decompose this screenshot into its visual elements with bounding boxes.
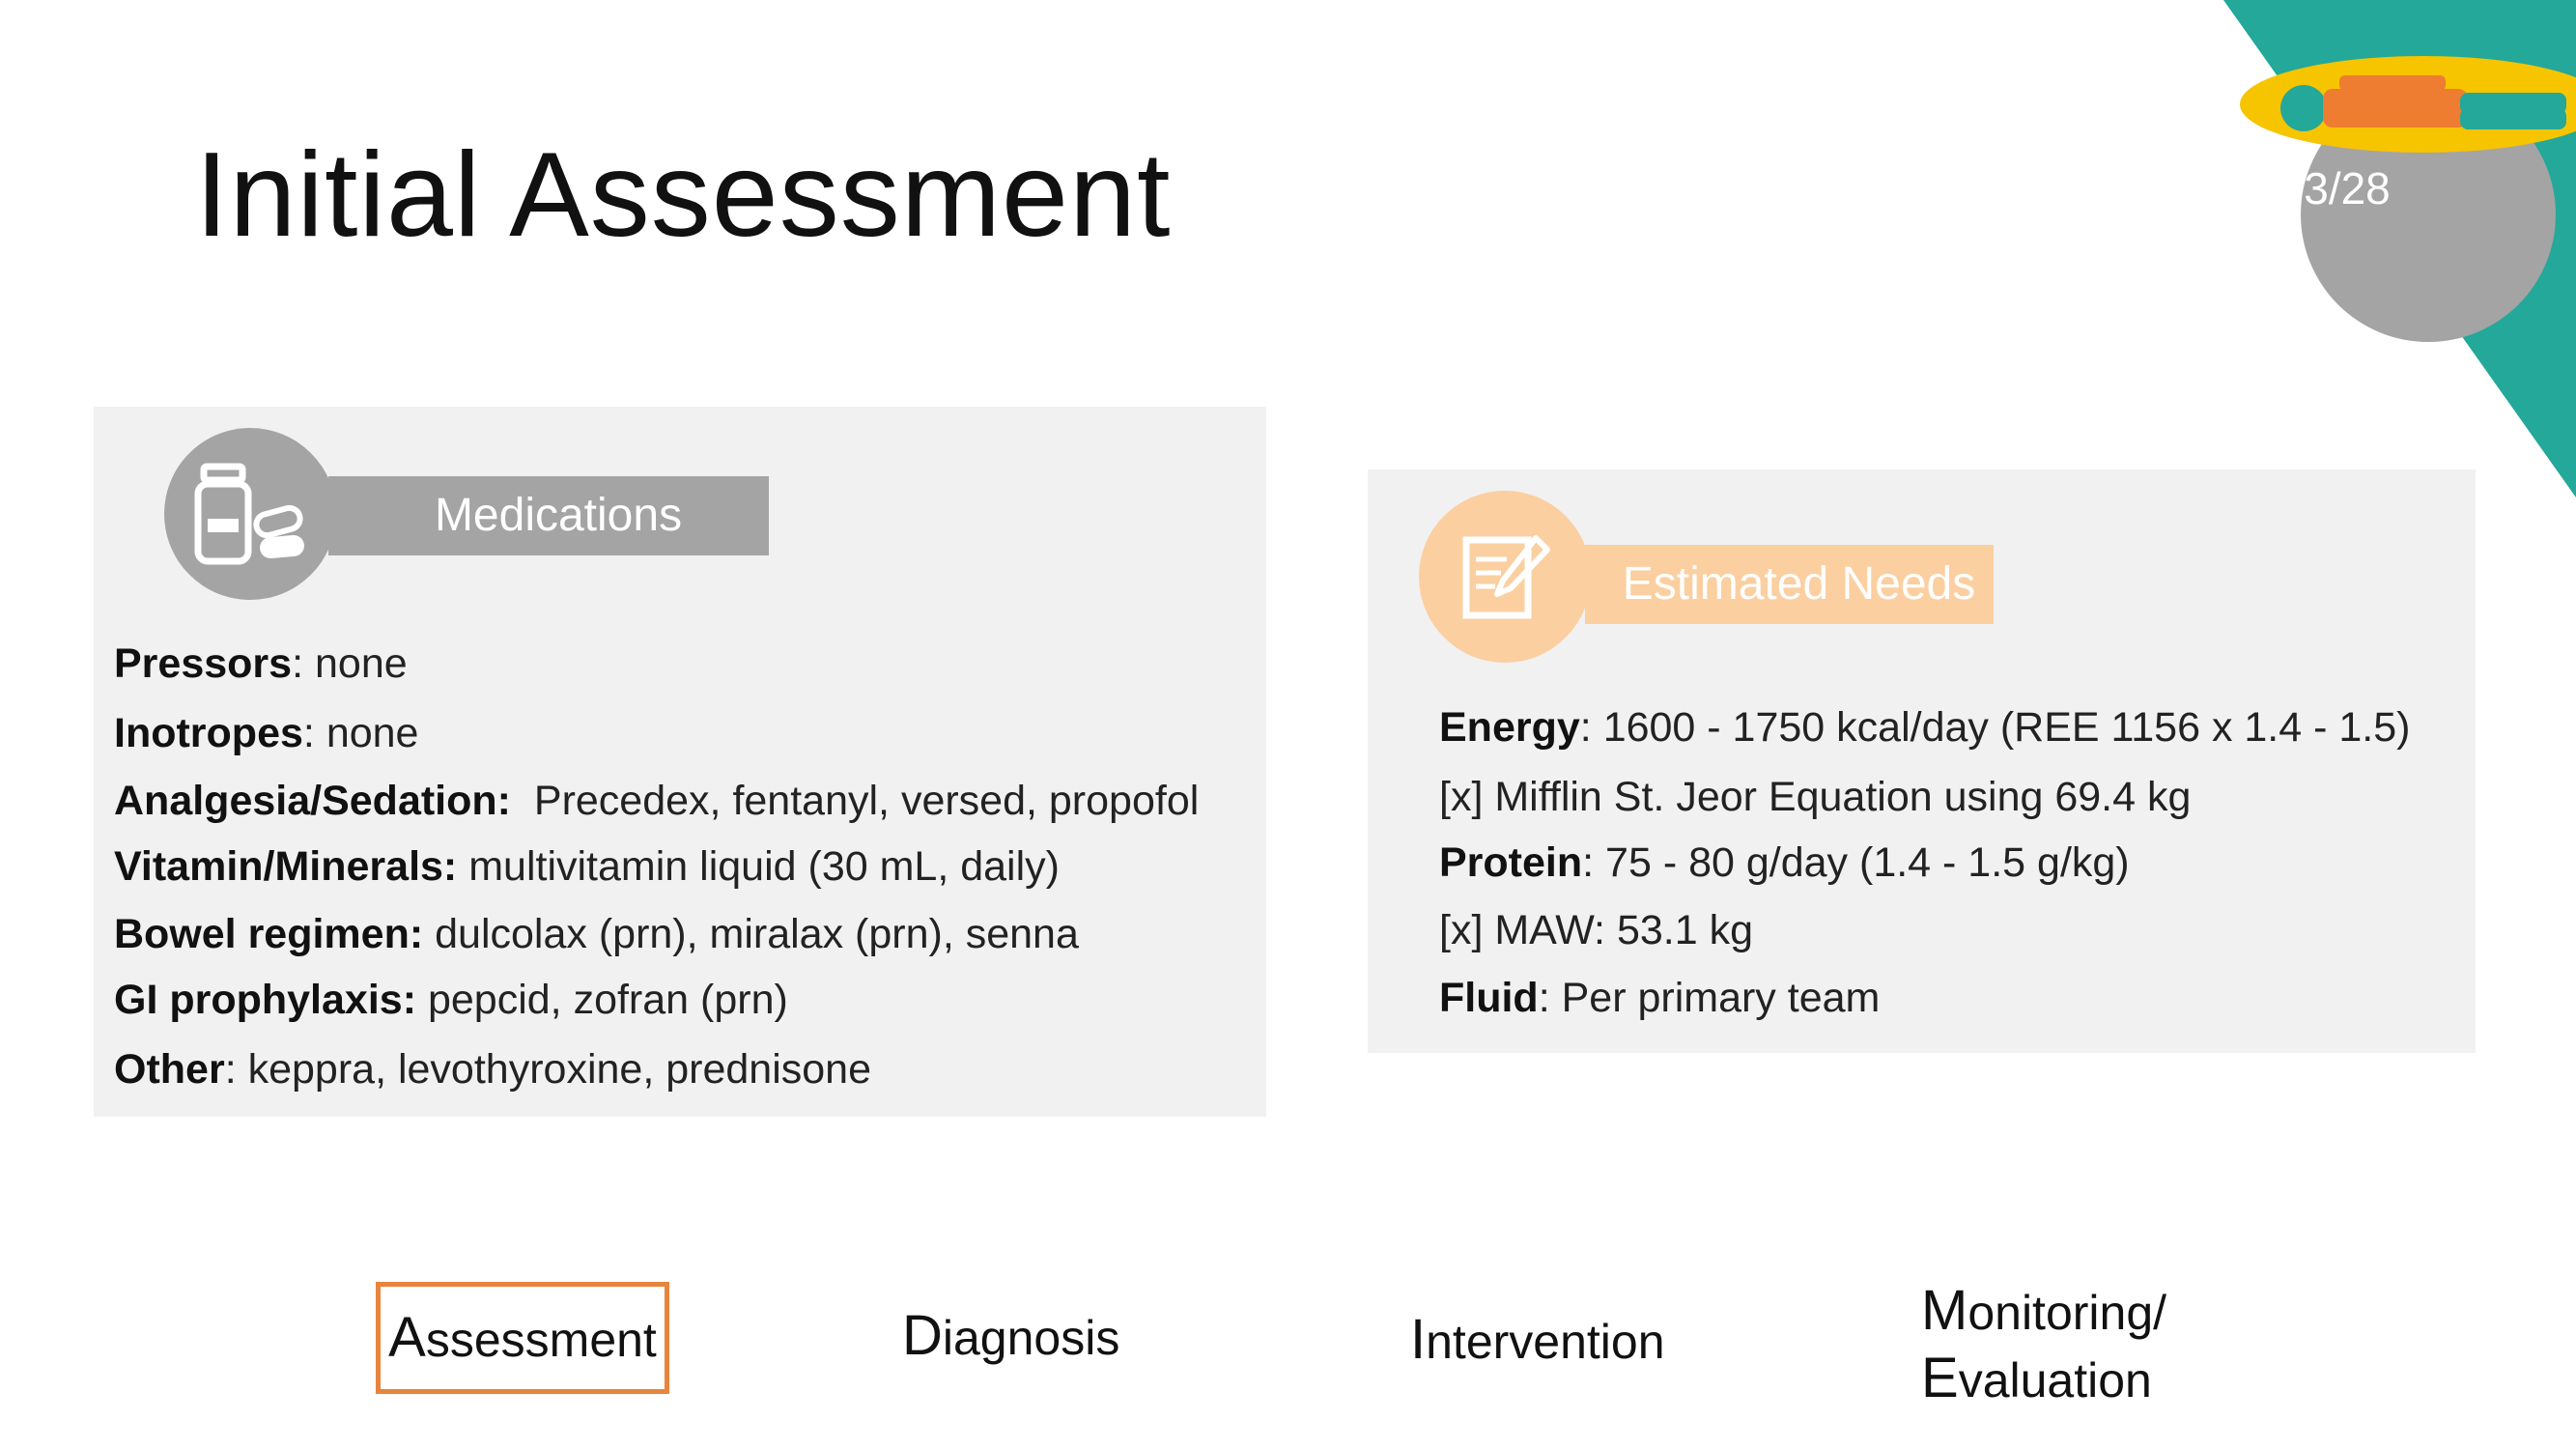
item-sep: : [292,640,315,687]
item-value: [x] Mifflin St. Jeor Equation using 69.4… [1439,774,2192,820]
item-sep: : [1582,839,1606,886]
nav-monitoring-initial: M [1921,1279,1968,1342]
list-item: [x] MAW: 53.1 kg [1439,907,1753,953]
item-value: Precedex, fentanyl, versed, propofol [533,778,1200,824]
item-key: Analgesia/Sedation: [114,778,511,824]
medications-header-label: Medications [434,490,683,541]
item-sep [416,977,428,1023]
page-number: 3/28 [2304,163,2391,213]
list-item: Pressors: none [114,640,408,687]
nav-monitoring-evaluation[interactable]: Monitoring/ Evaluation [1921,1277,2166,1411]
list-item: GI prophylaxis: pepcid, zofran (prn) [114,977,788,1023]
item-value: pepcid, zofran (prn) [427,977,788,1023]
medicine-bottle-pills-icon [194,463,304,565]
list-item: Inotropes: none [114,710,419,756]
item-key: Protein [1439,839,1583,886]
item-key: Bowel regimen: [114,911,424,957]
nav-diagnosis[interactable]: Diagnosis [902,1302,1119,1370]
item-value: keppra, levothyroxine, prednisone [247,1046,871,1093]
list-item: Bowel regimen: dulcolax (prn), miralax (… [114,911,1079,957]
item-sep [457,843,468,890]
nav-assessment[interactable]: Assessment [376,1282,669,1394]
list-item: Analgesia/Sedation: Precedex, fentanyl, … [114,778,1200,824]
item-key: Inotropes [114,710,303,756]
estimated-needs-header: Estimated Needs [1585,545,1994,624]
list-item: Vitamin/Minerals: multivitamin liquid (3… [114,843,1060,890]
item-key: Fluid [1439,975,1539,1021]
estimated-needs-icon-circle [1419,491,1591,663]
nav-intervention-initial: I [1410,1308,1427,1371]
nav-monitoring-label: onitoring/ [1967,1286,2167,1340]
list-item: Fluid: Per primary team [1439,975,1881,1021]
nav-intervention[interactable]: Intervention [1410,1306,1665,1374]
item-sep [423,911,435,957]
nav-intervention-label: ntervention [1426,1315,1665,1369]
item-key: Energy [1439,704,1580,751]
item-value: none [314,640,408,687]
item-value: Per primary team [1561,975,1881,1021]
corner-decoration [2223,0,2576,497]
list-item: Protein: 75 - 80 g/day (1.4 - 1.5 g/kg) [1439,839,2130,886]
item-sep: : [302,710,326,756]
list-item: [x] Mifflin St. Jeor Equation using 69.4… [1439,774,2192,820]
medications-header: Medications [328,476,769,555]
nav-diagnosis-label: iagnosis [942,1311,1120,1365]
item-value: 1600 - 1750 kcal/day (REE 1156 x 1.4 - 1… [1602,704,2411,751]
item-value: [x] MAW: 53.1 kg [1439,907,1753,953]
item-value: dulcolax (prn), miralax (prn), senna [435,911,1079,957]
item-sep: : [1579,704,1603,751]
nav-evaluation-initial: E [1921,1346,1959,1409]
item-value: none [326,710,419,756]
item-sep [511,778,534,824]
nav-diagnosis-initial: D [902,1304,943,1367]
slide-title: Initial Assessment [195,128,1172,262]
list-item: Other: keppra, levothyroxine, prednisone [114,1046,871,1093]
nav-evaluation-label: valuation [1958,1352,2152,1407]
item-key: Other [114,1046,225,1093]
item-sep: : [224,1046,248,1093]
nav-assessment-label: ssessment [425,1313,657,1368]
list-item: Energy: 1600 - 1750 kcal/day (REE 1156 x… [1439,704,2411,751]
item-key: Pressors [114,640,293,687]
item-sep: : [1538,975,1562,1021]
medications-icon-circle [164,428,336,600]
item-key: Vitamin/Minerals: [114,843,458,890]
item-key: GI prophylaxis: [114,977,417,1023]
notepad-pencil-icon [1462,535,1550,619]
item-value: 75 - 80 g/day (1.4 - 1.5 g/kg) [1605,839,2130,886]
estimated-needs-header-label: Estimated Needs [1622,558,1976,610]
nav-assessment-initial: A [388,1306,426,1370]
item-value: multivitamin liquid (30 mL, daily) [468,843,1060,890]
